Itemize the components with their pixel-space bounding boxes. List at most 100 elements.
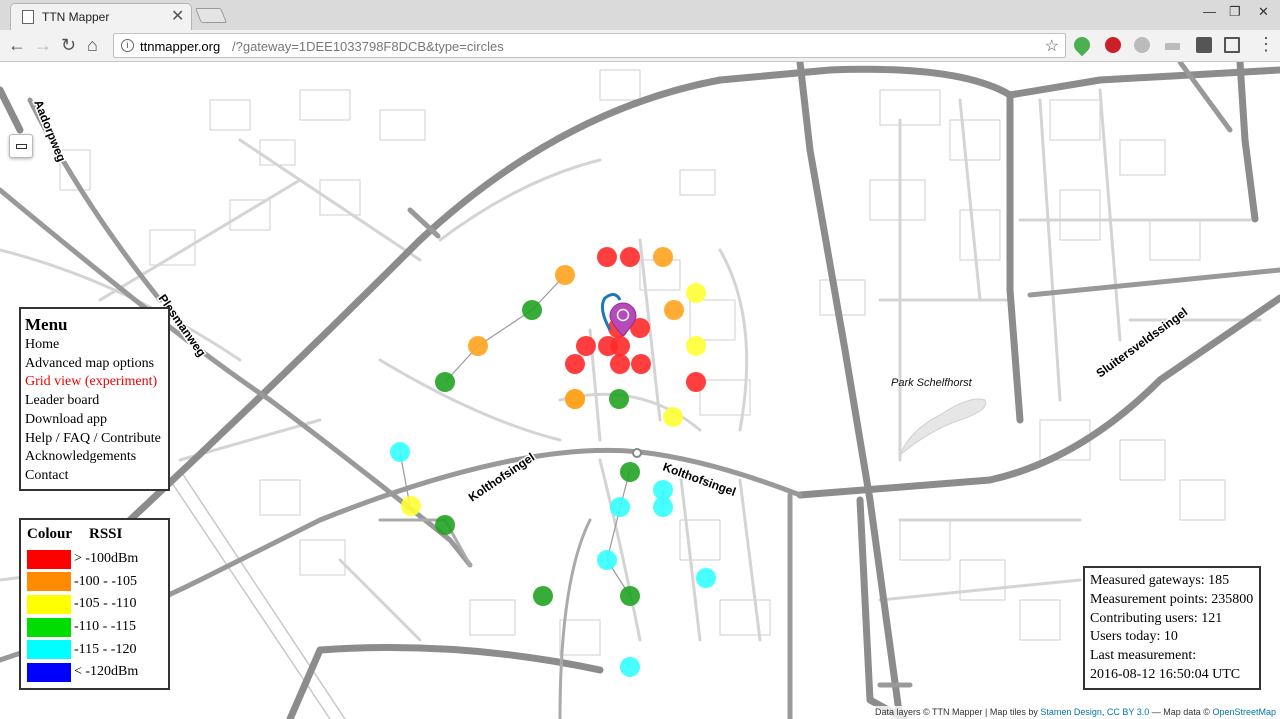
- measurement-point-green[interactable]: [609, 389, 629, 409]
- legend-col-colour: Colour: [27, 526, 72, 542]
- menu-item-home[interactable]: Home: [25, 336, 164, 355]
- restore-icon[interactable]: ❐: [1229, 4, 1241, 20]
- tab-title: TTN Mapper: [42, 10, 110, 24]
- menu-item-leader-board[interactable]: Leader board: [25, 392, 164, 411]
- measurement-point-red[interactable]: [610, 354, 630, 374]
- bookmark-star-icon[interactable]: ☆: [1045, 36, 1059, 56]
- legend-row: > -100dBm: [27, 548, 162, 571]
- measurement-point-green[interactable]: [435, 515, 455, 535]
- url-host: ttnmapper.org: [140, 39, 221, 54]
- pinterest-icon[interactable]: [1105, 37, 1121, 53]
- road-label-kolthofsingel-east: Kolthofsingel: [661, 460, 738, 499]
- legend-swatch: [27, 572, 71, 592]
- menu-item-download-app[interactable]: Download app: [25, 411, 164, 430]
- legend-label: -100 - -105: [74, 573, 137, 589]
- stat-contributing-users: Contributing users: 121: [1090, 610, 1223, 626]
- menu-item-help[interactable]: Help / FAQ / Contribute: [25, 430, 164, 449]
- rssi-legend: Colour RSSI > -100dBm -100 - -105 -105 -…: [19, 518, 170, 690]
- legend-header: Colour RSSI: [27, 526, 162, 548]
- browser-tab[interactable]: TTN Mapper ✕: [10, 3, 192, 30]
- cast-icon[interactable]: [1224, 37, 1240, 53]
- menu-title: Menu: [25, 315, 68, 334]
- menu-panel: Menu Home Advanced map options Grid view…: [19, 307, 170, 491]
- measurement-point-green[interactable]: [435, 372, 455, 392]
- measurement-point-orange[interactable]: [555, 265, 575, 285]
- measurement-point-green[interactable]: [522, 300, 542, 320]
- legend-row: -100 - -105: [27, 571, 162, 594]
- road-label-aadorpweg: Aadorpweg: [31, 98, 68, 164]
- stat-measured-gateways: Measured gateways: 185: [1090, 573, 1230, 588]
- license-link[interactable]: CC BY 3.0: [1107, 707, 1149, 717]
- url-path: /?gateway=1DEE1033798F8DCB&type=circles: [232, 39, 504, 54]
- browser-tab-strip: TTN Mapper ✕ — ❐ ✕: [0, 0, 1280, 30]
- pinterest-disabled-icon[interactable]: [1134, 37, 1150, 53]
- attribution-prefix: Data layers © TTN Mapper | Map tiles by: [875, 707, 1041, 717]
- measurement-point-red[interactable]: [620, 247, 640, 267]
- window-close-icon[interactable]: ✕: [1258, 4, 1269, 20]
- browser-menu-icon[interactable]: ⋮: [1257, 34, 1275, 55]
- stat-measurement-points: Measurement points: 235800: [1090, 591, 1254, 607]
- measurement-point-cyan[interactable]: [696, 568, 716, 588]
- measurement-point-yellow[interactable]: [663, 407, 683, 427]
- measurement-point-orange[interactable]: [653, 247, 673, 267]
- road-label-kolthofsingel-west: Kolthofsingel: [466, 450, 537, 504]
- measurement-point-green[interactable]: [620, 462, 640, 482]
- stamen-link[interactable]: Stamen Design: [1040, 707, 1102, 717]
- measurement-point-red[interactable]: [597, 247, 617, 267]
- measure-tool-button[interactable]: [9, 134, 33, 158]
- info-icon[interactable]: i: [121, 39, 134, 52]
- map-attribution: Data layers © TTN Mapper | Map tiles by …: [871, 706, 1280, 719]
- measurement-point-cyan[interactable]: [597, 550, 617, 570]
- legend-label: -105 - -110: [74, 596, 137, 612]
- menu-item-acknowledgements[interactable]: Acknowledgements: [25, 448, 164, 467]
- minimize-icon[interactable]: —: [1203, 4, 1216, 19]
- legend-row: -110 - -115: [27, 616, 162, 639]
- measurement-point-cyan[interactable]: [610, 497, 630, 517]
- extension-bar-icon[interactable]: [1165, 43, 1180, 50]
- legend-swatch: [27, 594, 71, 614]
- menu-item-contact[interactable]: Contact: [25, 467, 164, 486]
- menu-item-grid-view[interactable]: Grid view (experiment): [25, 373, 164, 392]
- measurement-point-cyan[interactable]: [653, 497, 673, 517]
- new-tab-button[interactable]: [194, 8, 228, 23]
- legend-label: > -100dBm: [74, 551, 139, 567]
- measurement-point-red[interactable]: [576, 336, 596, 356]
- measurement-point-red[interactable]: [565, 354, 585, 374]
- legend-label: < -120dBm: [74, 664, 139, 680]
- address-bar[interactable]: i ttnmapper.org /?gateway=1DEE1033798F8D…: [113, 33, 1066, 58]
- forward-arrow-icon[interactable]: →: [34, 36, 52, 54]
- measurement-point-orange[interactable]: [565, 389, 585, 409]
- legend-swatch: [27, 549, 71, 569]
- stat-last-measurement-label: Last measurement:: [1090, 648, 1197, 664]
- stat-users-today: Users today: 10: [1090, 629, 1178, 645]
- measurement-point-orange[interactable]: [468, 336, 488, 356]
- measurement-point-red[interactable]: [631, 354, 651, 374]
- close-tab-icon[interactable]: ✕: [171, 6, 184, 26]
- measurement-point-yellow[interactable]: [686, 283, 706, 303]
- measurement-point-orange[interactable]: [664, 300, 684, 320]
- legend-label: -110 - -115: [74, 619, 136, 635]
- ruler-icon: [16, 144, 27, 149]
- menu-item-advanced-map-options[interactable]: Advanced map options: [25, 355, 164, 374]
- park-label: Park Schelfhorst: [891, 377, 973, 389]
- extension-location-icon[interactable]: [1070, 33, 1094, 57]
- measurement-point-green[interactable]: [620, 586, 640, 606]
- extension-badge-icon[interactable]: [1196, 37, 1212, 53]
- reload-icon[interactable]: ↻: [61, 36, 76, 54]
- measurement-point-red[interactable]: [610, 336, 630, 356]
- measurement-point-green[interactable]: [533, 586, 553, 606]
- legend-label: -115 - -120: [74, 641, 137, 657]
- measurement-point-cyan[interactable]: [390, 442, 410, 462]
- page-icon: [22, 10, 34, 24]
- measurement-point-cyan[interactable]: [620, 657, 640, 677]
- osm-link[interactable]: OpenStreetMap: [1212, 707, 1276, 717]
- back-arrow-icon[interactable]: ←: [8, 36, 26, 54]
- measurement-point-red[interactable]: [686, 372, 706, 392]
- legend-col-rssi: RSSI: [89, 526, 123, 542]
- home-icon[interactable]: ⌂: [87, 36, 98, 54]
- measurement-point-yellow[interactable]: [686, 336, 706, 356]
- measurement-point-yellow[interactable]: [401, 496, 421, 516]
- legend-swatch: [27, 640, 71, 660]
- legend-row: -115 - -120: [27, 638, 162, 661]
- legend-row: -105 - -110: [27, 593, 162, 616]
